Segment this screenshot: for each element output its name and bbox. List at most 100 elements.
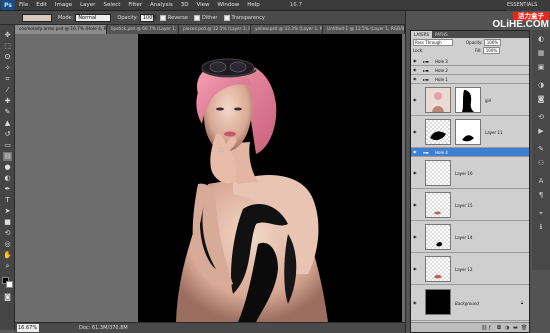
- menu-select[interactable]: Select: [99, 2, 124, 8]
- paragraph-panel-icon[interactable]: ¶: [536, 190, 546, 200]
- fx-icon[interactable]: ƒ: [489, 325, 491, 331]
- gradient-tool-icon[interactable]: ▤: [3, 152, 12, 161]
- link-layers-icon[interactable]: ⛓: [481, 325, 487, 331]
- visibility-eye-icon[interactable]: ◉: [413, 203, 418, 207]
- trash-icon[interactable]: 🗑︎: [521, 325, 527, 331]
- marquee-tool-icon[interactable]: ⬚: [3, 42, 12, 51]
- layer-opacity[interactable]: Opacity: 100%: [466, 39, 502, 46]
- tab-untitled[interactable]: Untitled-1 @ 12.5% (Layer 1, RGB/8): [323, 25, 405, 34]
- visibility-eye-icon[interactable]: ◉: [413, 267, 418, 271]
- eraser-tool-icon[interactable]: ▭: [3, 141, 12, 150]
- layer-opacity-value[interactable]: 100%: [483, 39, 502, 46]
- tab-layers[interactable]: LAYERS: [411, 31, 433, 38]
- visibility-eye-icon[interactable]: ◉: [413, 150, 418, 154]
- visibility-eye-icon[interactable]: ◉: [413, 171, 418, 175]
- blur-tool-icon[interactable]: ●: [3, 163, 12, 172]
- opacity-field[interactable]: 100%: [139, 13, 157, 22]
- menu-edit[interactable]: Edit: [32, 2, 51, 8]
- layer-11[interactable]: ◉ Layer 11: [411, 116, 529, 148]
- menu-window[interactable]: Window: [214, 2, 244, 8]
- history-panel-icon[interactable]: ⟲: [536, 112, 546, 122]
- crop-tool-icon[interactable]: ⌗: [3, 75, 12, 84]
- zoom-level-menu[interactable]: 16.7: [286, 2, 306, 8]
- visibility-eye-icon[interactable]: ◉: [413, 77, 418, 81]
- fill-value[interactable]: 100%: [482, 47, 501, 54]
- type-tool-icon[interactable]: T: [3, 196, 12, 205]
- blend-mode-select[interactable]: Pass Through: [413, 39, 453, 46]
- mode-select[interactable]: Normal: [75, 13, 112, 22]
- zoom-tool-icon[interactable]: ⌕: [3, 262, 12, 271]
- layer-12[interactable]: ◉ Layer 12: [411, 253, 529, 285]
- menu-view[interactable]: View: [192, 2, 213, 8]
- new-group-icon[interactable]: ▬: [513, 325, 518, 331]
- layer-group-hole-2[interactable]: ◉ ▸▬ Hole 2: [411, 66, 529, 75]
- adjustments-panel-icon[interactable]: ◑: [536, 80, 546, 90]
- magic-wand-tool-icon[interactable]: ✧: [3, 64, 12, 73]
- layer-girl[interactable]: ◉ girl: [411, 84, 529, 116]
- actions-panel-icon[interactable]: ▶: [536, 126, 546, 136]
- layer-group-hole-1[interactable]: ◉ ▸▬ Hole 1: [411, 75, 529, 84]
- layer-background[interactable]: ◉ Background 🔒︎: [411, 285, 529, 321]
- tab-paths[interactable]: PATHS: [432, 31, 451, 38]
- adjustment-layer-icon[interactable]: ◑: [505, 325, 509, 331]
- visibility-eye-icon[interactable]: ◉: [413, 130, 418, 134]
- layer-16[interactable]: ◉ Layer 16: [411, 157, 529, 189]
- menu-layer[interactable]: Layer: [76, 2, 99, 8]
- 3d-rotate-tool-icon[interactable]: ⟲: [3, 229, 12, 238]
- menu-file[interactable]: File: [15, 2, 32, 8]
- tab-yellow[interactable]: yellow.psd @ 33.3% (Layer 1, RGB/8): [251, 25, 323, 34]
- pen-tool-icon[interactable]: ✒: [3, 185, 12, 194]
- menu-filter[interactable]: Filter: [124, 2, 146, 8]
- background-color-swatch[interactable]: [6, 281, 13, 288]
- visibility-eye-icon[interactable]: ◉: [413, 59, 418, 63]
- transparency-checkbox[interactable]: [223, 14, 230, 21]
- menu-help[interactable]: Help: [243, 2, 264, 8]
- workspace-switcher[interactable]: ESSENTIALS: [507, 0, 550, 11]
- navigator-panel-icon[interactable]: ⌖: [536, 208, 546, 218]
- zoom-field[interactable]: 16.67%: [17, 324, 39, 332]
- clone-source-panel-icon[interactable]: ⚇: [536, 158, 546, 168]
- document-canvas[interactable]: [138, 34, 402, 322]
- menu-3d[interactable]: 3D: [177, 2, 193, 8]
- path-selection-tool-icon[interactable]: ➤: [3, 207, 12, 216]
- layer-group-hole-4[interactable]: ◉ ▾▬ Hole 4: [411, 148, 529, 157]
- swatches-panel-icon[interactable]: ▦: [536, 48, 546, 58]
- add-mask-icon[interactable]: ◘: [497, 325, 501, 331]
- history-brush-tool-icon[interactable]: ↺: [3, 130, 12, 139]
- layer-mask-thumbnail: [455, 119, 481, 145]
- layer-thumbnail: [425, 160, 451, 186]
- visibility-eye-icon[interactable]: ◉: [413, 98, 418, 102]
- visibility-eye-icon[interactable]: ◉: [413, 68, 418, 72]
- layer-14[interactable]: ◉ Layer 14: [411, 221, 529, 253]
- layer-name: Layer 16: [455, 171, 473, 176]
- shape-tool-icon[interactable]: ■: [3, 218, 12, 227]
- masks-panel-icon[interactable]: ◙: [536, 94, 546, 104]
- move-tool-icon[interactable]: ✥: [3, 31, 12, 40]
- gradient-swatch[interactable]: [22, 13, 52, 22]
- eyedropper-tool-icon[interactable]: ⁄: [3, 86, 12, 95]
- layer-15[interactable]: ◉ Layer 15: [411, 189, 529, 221]
- layer-group-hole-3[interactable]: ◉ ▸▬ Hole 3: [411, 57, 529, 66]
- character-panel-icon[interactable]: A: [536, 176, 546, 186]
- styles-panel-icon[interactable]: ▣: [536, 62, 546, 72]
- color-panel-icon[interactable]: ◐: [536, 34, 546, 44]
- visibility-eye-icon[interactable]: ◉: [413, 301, 418, 305]
- quick-mask-icon[interactable]: ◙: [3, 293, 12, 302]
- info-panel-icon[interactable]: ℹ: [536, 222, 546, 232]
- visibility-eye-icon[interactable]: ◉: [413, 235, 418, 239]
- hand-tool-icon[interactable]: ✋: [3, 251, 12, 260]
- tab-cosmolady[interactable]: cosmolady arms.psd @ 16.7% (Hole 4, RGB/…: [15, 25, 107, 34]
- healing-brush-tool-icon[interactable]: ✚: [3, 97, 12, 106]
- dodge-tool-icon[interactable]: ◐: [3, 174, 12, 183]
- brush-tool-icon[interactable]: ✎: [3, 108, 12, 117]
- tab-pieces[interactable]: pieces.psd @ 12.5% (Layer 3, RGB/8): [179, 25, 251, 34]
- dither-checkbox[interactable]: [193, 14, 200, 21]
- reverse-checkbox[interactable]: [159, 14, 166, 21]
- brushes-panel-icon[interactable]: ✎: [536, 144, 546, 154]
- menu-image[interactable]: Image: [51, 2, 76, 8]
- 3d-orbit-tool-icon[interactable]: ◎: [3, 240, 12, 249]
- tab-lipstick[interactable]: lipstick.psd @ 66.7% (Layer 1, RGB/8): [107, 25, 179, 34]
- stamp-tool-icon[interactable]: ▲: [3, 119, 12, 128]
- menu-analysis[interactable]: Analysis: [146, 2, 177, 8]
- lasso-tool-icon[interactable]: ʘ: [3, 53, 12, 62]
